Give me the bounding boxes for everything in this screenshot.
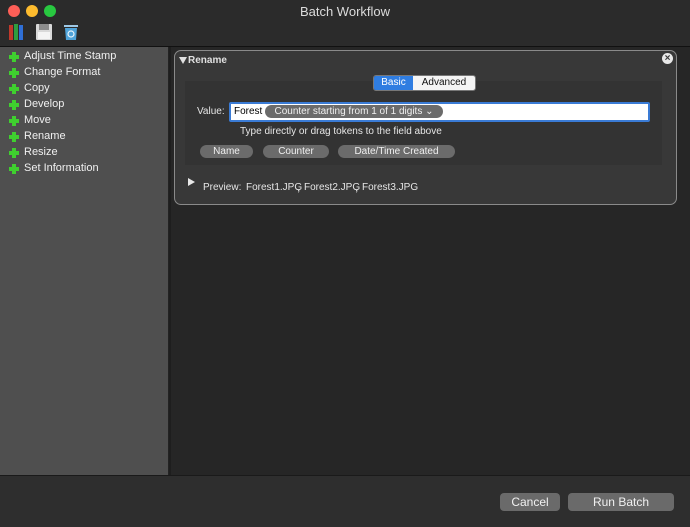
sidebar-item-label: Set Information — [24, 162, 99, 174]
preview-separator: , — [355, 180, 359, 194]
add-icon — [9, 164, 19, 174]
collapse-triangle-icon[interactable] — [179, 57, 187, 64]
value-text: Forest — [234, 106, 263, 117]
preview-label: Preview: — [203, 182, 242, 193]
hint-text: Type directly or drag tokens to the fiel… — [240, 126, 442, 137]
tab-basic[interactable]: Basic — [374, 76, 413, 90]
sidebar-item-move[interactable]: Move — [0, 114, 168, 130]
remove-step-button[interactable]: × — [662, 53, 673, 64]
sidebar-item-label: Rename — [24, 130, 66, 142]
window-title: Batch Workflow — [299, 4, 391, 19]
counter-token[interactable]: Counter starting from 1 of 1 digits ⌄ — [265, 105, 443, 118]
run-batch-button[interactable]: Run Batch — [568, 493, 674, 511]
cancel-button[interactable]: Cancel — [500, 493, 560, 511]
action-sidebar: Adjust Time Stamp Change Format Copy Dev… — [0, 47, 169, 475]
books-icon[interactable] — [8, 22, 26, 42]
panel-title: Rename — [188, 55, 227, 66]
sidebar-item-label: Adjust Time Stamp — [24, 50, 117, 62]
sidebar-item-label: Copy — [24, 82, 50, 94]
sidebar-item-develop[interactable]: Develop — [0, 98, 168, 114]
mode-segmented-control: Basic Advanced — [373, 75, 476, 91]
trash-icon[interactable] — [62, 22, 80, 42]
sidebar-item-label: Develop — [24, 98, 65, 110]
expand-preview-icon[interactable] — [188, 178, 195, 186]
value-label: Value: — [197, 106, 225, 117]
preview-file: Forest2.JPG — [304, 182, 361, 193]
add-icon — [9, 116, 19, 126]
add-icon — [9, 132, 19, 142]
add-icon — [9, 52, 19, 62]
title-bar: Batch Workflow — [0, 0, 690, 22]
sidebar-item-resize[interactable]: Resize — [0, 146, 168, 162]
rename-panel: Rename × Basic Advanced Value: Forest Co… — [174, 50, 677, 205]
sidebar-item-rename[interactable]: Rename — [0, 130, 168, 146]
save-icon[interactable] — [35, 22, 53, 42]
tab-advanced[interactable]: Advanced — [413, 76, 475, 90]
sidebar-item-change-format[interactable]: Change Format — [0, 66, 168, 82]
sidebar-item-label: Change Format — [24, 66, 101, 78]
sidebar-item-copy[interactable]: Copy — [0, 82, 168, 98]
sidebar-item-label: Resize — [24, 146, 58, 158]
date-time-created-token[interactable]: Date/Time Created — [338, 145, 455, 158]
add-icon — [9, 84, 19, 94]
name-token[interactable]: Name — [200, 145, 253, 158]
add-icon — [9, 68, 19, 78]
footer-bar: Cancel Run Batch — [0, 475, 690, 527]
preview-file: Forest3.JPG — [362, 182, 419, 193]
add-icon — [9, 100, 19, 110]
preview-separator: , — [297, 180, 301, 194]
sidebar-item-label: Move — [24, 114, 51, 126]
toolbar — [0, 22, 690, 47]
add-icon — [9, 148, 19, 158]
value-input[interactable]: Forest Counter starting from 1 of 1 digi… — [229, 102, 650, 122]
sidebar-item-set-information[interactable]: Set Information — [0, 162, 168, 178]
preview-file: Forest1.JPG — [246, 182, 303, 193]
sidebar-item-adjust-time-stamp[interactable]: Adjust Time Stamp — [0, 50, 168, 66]
counter-token-chip[interactable]: Counter — [263, 145, 329, 158]
